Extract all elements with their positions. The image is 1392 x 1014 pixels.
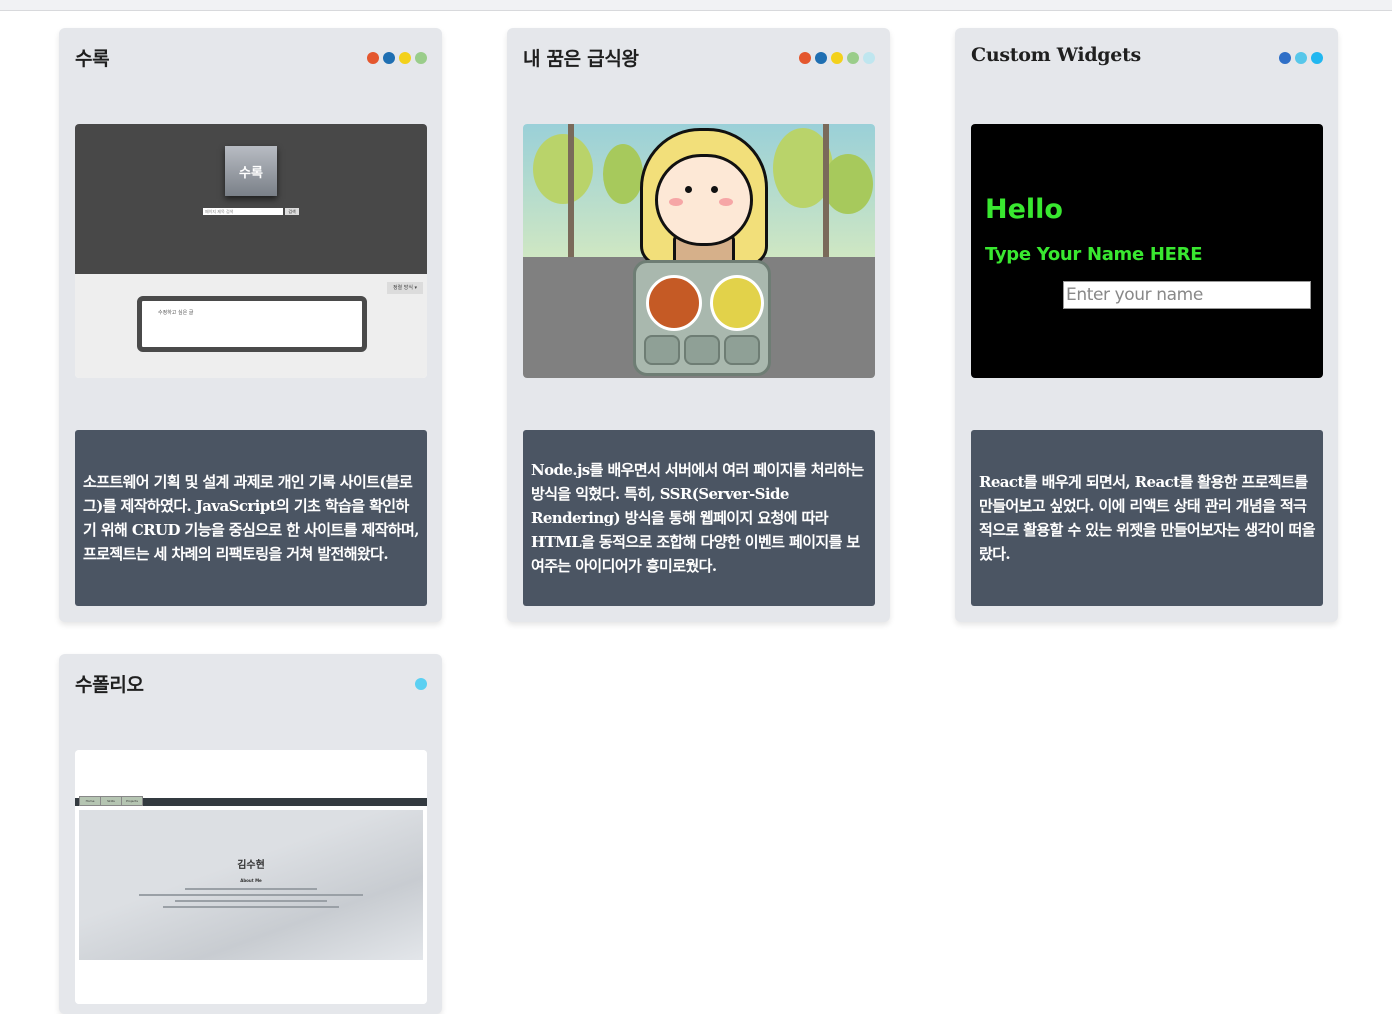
card-title: 수록 [75, 48, 110, 70]
tech-dot [831, 52, 843, 64]
tech-dot [367, 52, 379, 64]
project-screenshot[interactable]: Hello Type Your Name HERE Enter your nam… [971, 124, 1323, 378]
thumb-hero [79, 810, 423, 960]
project-screenshot[interactable]: 수록 페이지 제목 검색 검색 정렬 방식 ▾ 수정하고 싶은 글 [75, 124, 427, 378]
thumb-tree [533, 134, 593, 204]
thumb-nav-tab: Skills [100, 796, 122, 806]
card-title: Custom Widgets [971, 44, 1141, 66]
thumb-tree [603, 144, 643, 204]
project-screenshot[interactable] [523, 124, 875, 378]
thumb-text-line [185, 888, 317, 890]
project-description: React를 배우게 되면서, React를 활용한 프로젝트를 만들어보고 싶… [971, 430, 1323, 606]
card-title: 내 꿈은 급식왕 [523, 48, 639, 70]
thumb-lunch-tray [633, 260, 771, 376]
thumb-content-area: 정렬 방식 ▾ 수정하고 싶은 글 [75, 274, 427, 378]
project-card-custom-widgets[interactable]: Custom Widgets Hello Type Your Name HERE… [955, 28, 1338, 622]
description-text: React를 배우게 되면서, React를 활용한 프로젝트를 만들어보고 싶… [979, 473, 1316, 563]
thumb-text-line [175, 900, 327, 902]
tech-dot [1311, 52, 1323, 64]
thumb-search-button: 검색 [285, 208, 299, 215]
thumb-tray-cell [644, 335, 680, 365]
thumb-tray-cell [684, 335, 720, 365]
thumb-text-line [163, 906, 339, 908]
tech-dots [415, 678, 427, 690]
tech-dot [863, 52, 875, 64]
tech-dot [415, 678, 427, 690]
thumb-logo: 수록 [225, 146, 277, 196]
thumb-nav-tab: Home [79, 796, 101, 806]
thumb-text-line [139, 894, 363, 896]
tech-dot [847, 52, 859, 64]
thumb-post-box: 수정하고 싶은 글 [137, 296, 367, 352]
project-description: Node.js를 배우면서 서버에서 여러 페이지를 처리하는 방식을 익혔다.… [523, 430, 875, 606]
tech-dot [415, 52, 427, 64]
tech-dot [799, 52, 811, 64]
thumb-nav-tab: Projects [121, 796, 143, 806]
project-card-supolio[interactable]: 수폴리오 Home Skills Projects 김수현 About Me [59, 654, 442, 1014]
tech-dot [1295, 52, 1307, 64]
thumb-tree [823, 154, 873, 214]
tech-dot [815, 52, 827, 64]
tech-dots [367, 52, 427, 64]
thumb-name-input: Enter your name [1063, 281, 1311, 309]
thumb-eye [711, 186, 718, 193]
thumb-sort-select: 정렬 방식 ▾ [387, 282, 423, 294]
thumb-food [710, 275, 764, 331]
thumb-window-frame [568, 124, 574, 257]
project-card-lunch-king[interactable]: 내 꿈은 급식왕 Node.js를 배우면서 서버에서 여러 페이지를 처리하는… [507, 28, 890, 622]
thumb-cheek [669, 198, 683, 206]
project-screenshot[interactable]: Home Skills Projects 김수현 About Me [75, 750, 427, 1004]
project-card-surok[interactable]: 수록 수록 페이지 제목 검색 검색 정렬 방식 ▾ 수정하고 싶은 글 소프트… [59, 28, 442, 622]
tech-dot [399, 52, 411, 64]
tech-dots [799, 52, 875, 64]
thumb-hello-text: Hello [985, 194, 1063, 225]
thumb-eye [685, 186, 692, 193]
tech-dot [383, 52, 395, 64]
thumb-search-input: 페이지 제목 검색 [203, 208, 283, 215]
project-description: 소프트웨어 기획 및 설계 과제로 개인 기록 사이트(블로그)를 제작하였다.… [75, 430, 427, 606]
thumb-cheek [719, 198, 733, 206]
thumb-name: 김수현 [237, 860, 265, 871]
thumb-type-prompt: Type Your Name HERE [985, 244, 1203, 265]
card-title: 수폴리오 [75, 674, 144, 696]
thumb-widget-preview: Hello Type Your Name HERE Enter your nam… [971, 124, 1323, 378]
thumb-portfolio-page: Home Skills Projects 김수현 About Me [75, 750, 427, 1004]
thumb-window-frame [823, 124, 829, 257]
thumb-food [646, 275, 702, 331]
browser-top-strip [0, 0, 1392, 11]
tech-dot [1279, 52, 1291, 64]
thumb-tray-cell [724, 335, 760, 365]
description-text: Node.js를 배우면서 서버에서 여러 페이지를 처리하는 방식을 익혔다.… [531, 461, 864, 575]
thumb-about-heading: About Me [240, 878, 262, 883]
description-text: 소프트웨어 기획 및 설계 과제로 개인 기록 사이트(블로그)를 제작하였다.… [83, 473, 419, 563]
tech-dots [1279, 52, 1323, 64]
